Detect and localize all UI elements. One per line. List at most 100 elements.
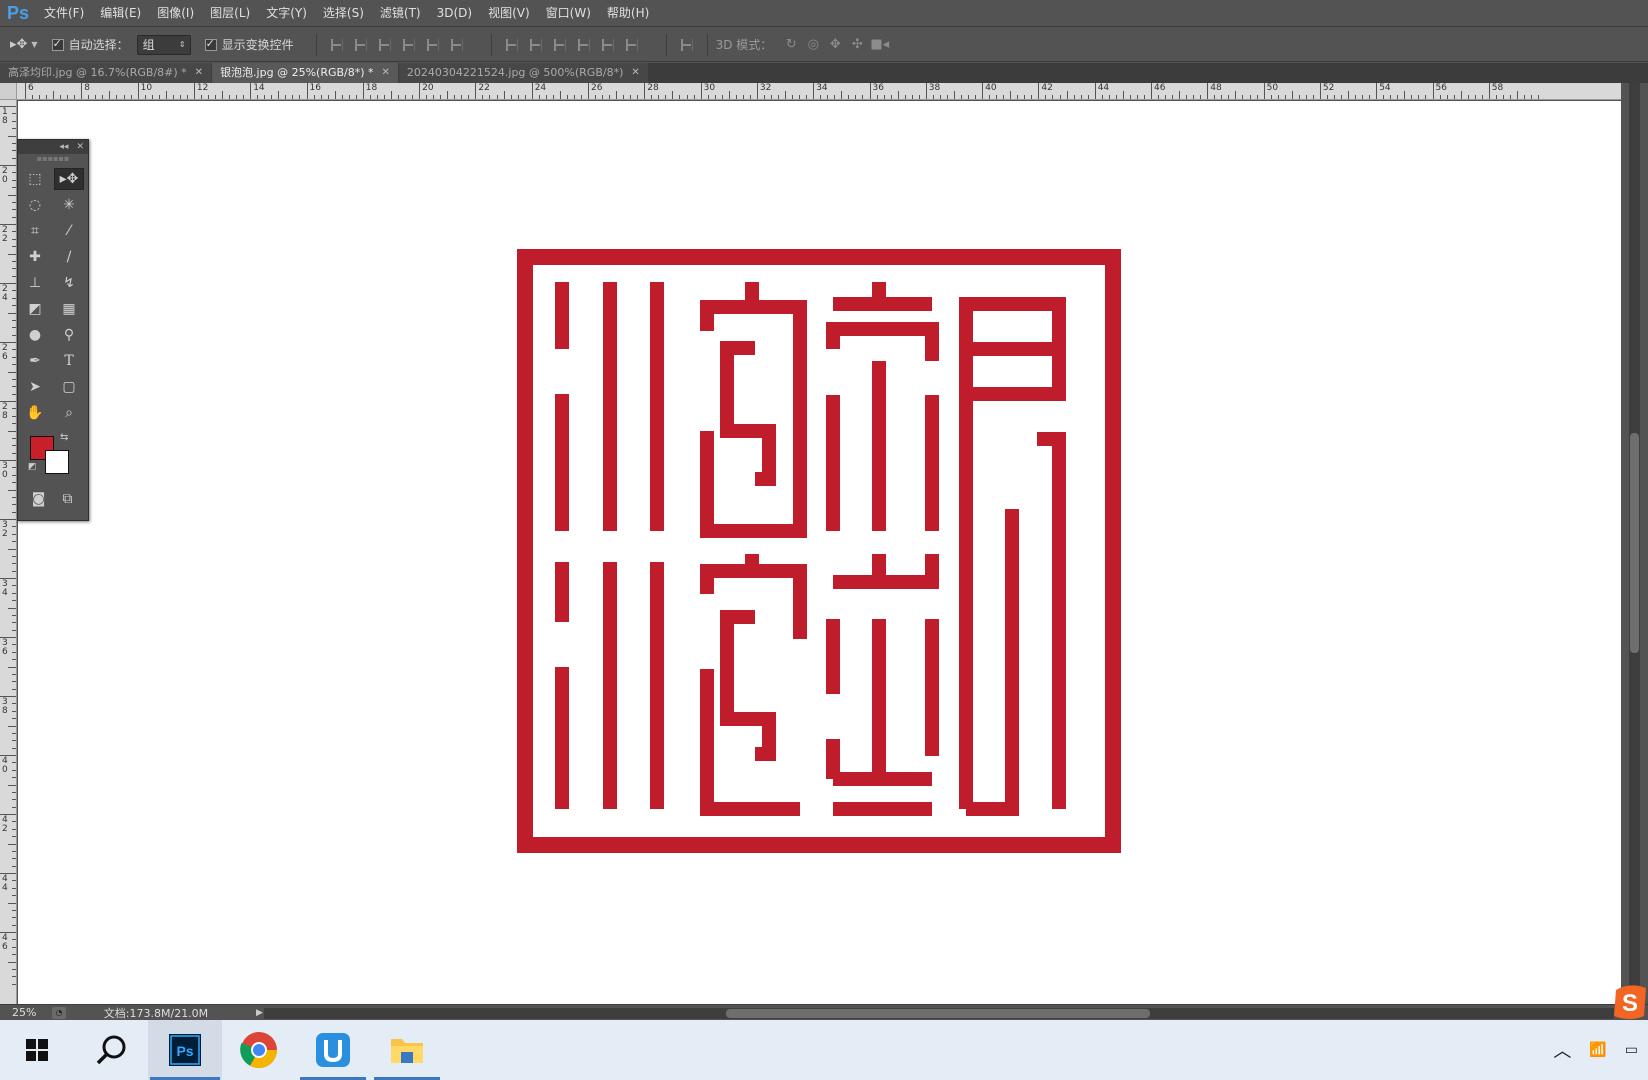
ruler-minor-tick bbox=[130, 95, 132, 99]
ruler-minor-tick bbox=[12, 423, 16, 425]
close-icon[interactable]: ✕ bbox=[631, 63, 639, 83]
lasso-icon[interactable]: ◌ bbox=[20, 194, 50, 216]
align-vcenter-icon[interactable] bbox=[352, 36, 370, 54]
tools-panel-header[interactable]: ◂◂ ✕ bbox=[18, 140, 88, 154]
menu-select[interactable]: 选择(S) bbox=[315, 0, 372, 27]
swap-colors-icon[interactable]: ⇆ bbox=[60, 432, 68, 443]
ruler-minor-tick bbox=[707, 95, 709, 99]
ruler-tick bbox=[756, 83, 758, 99]
status-menu-arrow-icon[interactable]: ▶ bbox=[256, 1008, 263, 1018]
brush-icon[interactable]: ∕ bbox=[54, 246, 84, 268]
horizontal-scrollbar[interactable] bbox=[264, 1008, 1614, 1019]
distribute-top-icon[interactable] bbox=[503, 36, 521, 54]
chrome-icon[interactable] bbox=[222, 1020, 296, 1080]
distribute-hcenter-icon[interactable] bbox=[599, 36, 617, 54]
menu-edit[interactable]: 编辑(E) bbox=[92, 0, 149, 27]
magic-wand-icon[interactable]: ✳ bbox=[54, 194, 84, 216]
path-selection-icon[interactable]: ➤ bbox=[20, 376, 50, 398]
menu-image[interactable]: 图像(I) bbox=[149, 0, 202, 27]
3d-scale-icon[interactable]: ■◂ bbox=[870, 36, 889, 54]
document-tab[interactable]: 高泽均印.jpg @ 16.7%(RGB/8#) * ✕ bbox=[0, 63, 212, 83]
crop-icon[interactable]: ⌗ bbox=[20, 220, 50, 242]
document-canvas[interactable] bbox=[18, 101, 1621, 1004]
distribute-left-icon[interactable] bbox=[575, 36, 593, 54]
auto-select-checkbox[interactable] bbox=[51, 37, 64, 51]
history-brush-icon[interactable]: ↯ bbox=[54, 272, 84, 294]
menu-3d[interactable]: 3D(D) bbox=[429, 0, 480, 27]
blur-icon[interactable]: ● bbox=[20, 324, 50, 346]
file-explorer-icon[interactable] bbox=[370, 1020, 444, 1080]
zoom-icon[interactable]: ⌕ bbox=[54, 402, 84, 424]
align-hcenter-icon[interactable] bbox=[424, 36, 442, 54]
ruler-minor-tick bbox=[580, 95, 582, 99]
collapse-icon[interactable]: ◂◂ bbox=[59, 142, 68, 152]
distribute-bottom-icon[interactable] bbox=[551, 36, 569, 54]
auto-align-layers-icon[interactable] bbox=[678, 36, 696, 54]
3d-slide-icon[interactable]: ✣ bbox=[848, 36, 866, 54]
3d-rotate-icon[interactable]: ↻ bbox=[782, 36, 800, 54]
zoom-level[interactable]: 25% bbox=[0, 1006, 52, 1019]
ruler-minor-tick bbox=[1291, 91, 1293, 99]
status-info-icon[interactable]: ◔ bbox=[52, 1006, 66, 1019]
ruler-label: 30 bbox=[2, 461, 8, 480]
menu-view[interactable]: 视图(V) bbox=[480, 0, 538, 27]
vertical-scrollbar[interactable] bbox=[1621, 83, 1648, 1004]
close-icon[interactable]: ✕ bbox=[76, 142, 84, 152]
search-icon[interactable] bbox=[74, 1020, 148, 1080]
battery-icon[interactable]: ▭ bbox=[1625, 1042, 1638, 1058]
eraser-icon[interactable]: ◩ bbox=[20, 298, 50, 320]
close-icon[interactable]: ✕ bbox=[382, 63, 390, 83]
align-bottom-icon[interactable] bbox=[376, 36, 394, 54]
menu-file[interactable]: 文件(F) bbox=[36, 0, 92, 27]
close-icon[interactable]: ✕ bbox=[195, 63, 203, 83]
menu-type[interactable]: 文字(Y) bbox=[258, 0, 315, 27]
wifi-icon[interactable]: 📶 bbox=[1589, 1042, 1606, 1058]
scroll-thumb[interactable] bbox=[726, 1009, 1150, 1018]
tool-preset-picker[interactable]: ▸✥ ▼ bbox=[10, 37, 38, 52]
hand-icon[interactable]: ✋ bbox=[20, 402, 50, 424]
app-u-icon[interactable] bbox=[296, 1020, 370, 1080]
ruler-minor-tick bbox=[911, 95, 913, 99]
background-color-swatch[interactable] bbox=[45, 450, 69, 474]
pen-icon[interactable]: ✒ bbox=[20, 350, 50, 372]
menu-layer[interactable]: 图层(L) bbox=[202, 0, 258, 27]
type-icon[interactable]: T bbox=[54, 350, 84, 372]
ruler-origin[interactable] bbox=[0, 83, 17, 100]
quick-mask-icon[interactable]: ◙ bbox=[24, 488, 53, 510]
clone-stamp-icon[interactable]: ⊥ bbox=[20, 272, 50, 294]
document-tab[interactable]: 20240304221524.jpg @ 500%(RGB/8*) ✕ bbox=[398, 63, 648, 83]
rectangular-marquee-icon[interactable]: ⬚ bbox=[20, 168, 50, 190]
panel-grip[interactable]: ▪▪▪▪▪▪ bbox=[18, 154, 88, 164]
default-colors-icon[interactable]: ◩ bbox=[28, 462, 37, 472]
3d-roll-icon[interactable]: ◎ bbox=[804, 36, 822, 54]
screen-mode-icon[interactable]: ⧉ bbox=[53, 488, 82, 510]
menu-help[interactable]: 帮助(H) bbox=[599, 0, 657, 27]
chevron-up-icon[interactable]: ︿ bbox=[1553, 1037, 1571, 1063]
sogou-ime-icon[interactable]: S bbox=[1612, 982, 1648, 1020]
menu-filter[interactable]: 滤镜(T) bbox=[372, 0, 429, 27]
ruler-tick bbox=[193, 83, 195, 99]
align-top-icon[interactable] bbox=[328, 36, 346, 54]
distribute-right-icon[interactable] bbox=[623, 36, 641, 54]
windows-start-icon[interactable] bbox=[0, 1020, 74, 1080]
distribute-vcenter-icon[interactable] bbox=[527, 36, 545, 54]
show-transform-checkbox[interactable] bbox=[204, 37, 217, 51]
move-tool-icon[interactable]: ▸✥ bbox=[54, 168, 84, 190]
document-size-info: 文档:173.8M/21.0M bbox=[103, 1006, 209, 1020]
3d-drag-icon[interactable]: ✥ bbox=[826, 36, 844, 54]
document-tab-active[interactable]: 银泡泡.jpg @ 25%(RGB/8*) * ✕ bbox=[212, 63, 398, 83]
align-left-icon[interactable] bbox=[400, 36, 418, 54]
eyedropper-icon[interactable]: ⁄ bbox=[54, 220, 84, 242]
scroll-thumb[interactable] bbox=[1630, 433, 1639, 653]
ruler-minor-tick bbox=[827, 95, 829, 99]
rectangle-shape-icon[interactable]: ▢ bbox=[54, 376, 84, 398]
spot-healing-icon[interactable]: ✚ bbox=[20, 246, 50, 268]
dodge-icon[interactable]: ⚲ bbox=[54, 324, 84, 346]
ruler-label: 46 bbox=[1154, 83, 1166, 93]
auto-select-dropdown[interactable]: 组 ⇕ bbox=[136, 34, 191, 55]
align-right-icon[interactable] bbox=[448, 36, 466, 54]
menu-window[interactable]: 窗口(W) bbox=[538, 0, 599, 27]
ruler-minor-tick bbox=[12, 113, 16, 115]
gradient-icon[interactable]: ▦ bbox=[54, 298, 84, 320]
photoshop-taskbar-icon[interactable]: Ps bbox=[148, 1020, 222, 1080]
